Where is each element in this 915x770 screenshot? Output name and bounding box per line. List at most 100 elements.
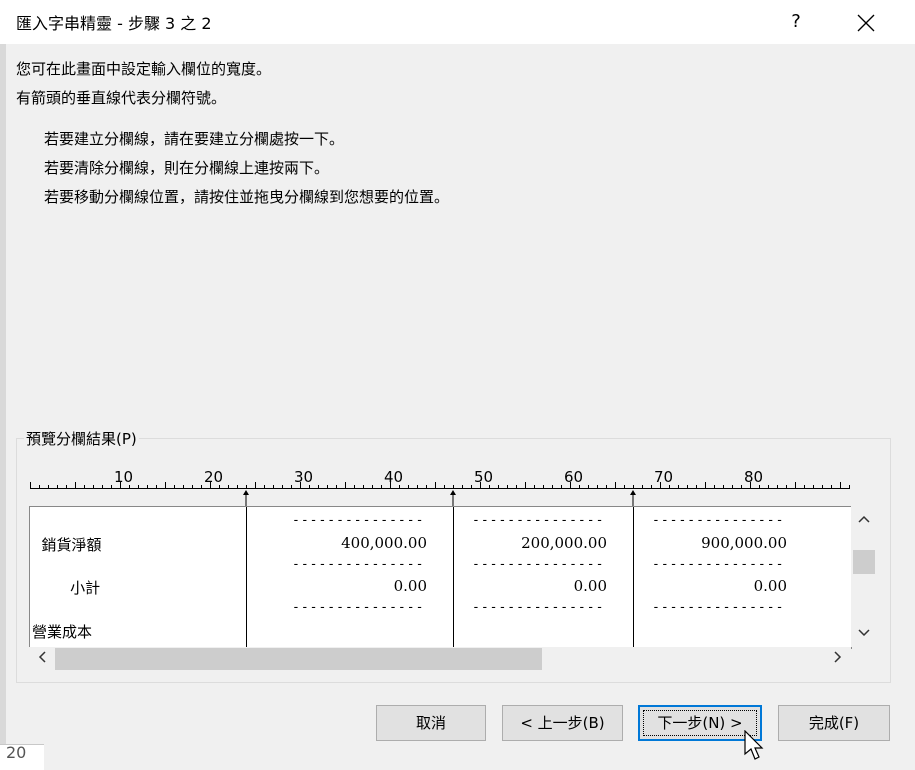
ruler-tick — [489, 485, 490, 489]
ruler-tick — [534, 485, 535, 489]
ruler-tick — [129, 485, 130, 489]
ruler-tick — [372, 485, 373, 489]
mouse-pointer-icon — [744, 730, 764, 760]
ruler-tick — [192, 485, 193, 489]
ruler-tick — [237, 485, 238, 489]
help-button[interactable]: ? — [776, 6, 816, 38]
cancel-button[interactable]: 取消 — [376, 705, 486, 741]
scroll-down-icon[interactable] — [851, 624, 877, 644]
ruler-tick — [543, 485, 544, 489]
preview-cell: 900,000.00 — [701, 534, 787, 552]
preview-cell: 小計 — [32, 579, 101, 597]
ruler-label: 60 — [564, 468, 584, 486]
column-break-line[interactable] — [633, 507, 634, 648]
ruler-tick — [444, 485, 445, 489]
ruler-tick — [525, 482, 526, 489]
ruler-tick — [552, 485, 553, 489]
instruction-clear-break: 若要清除分欄線，則在分欄線上連按兩下。 — [44, 159, 330, 177]
close-icon — [857, 14, 875, 31]
ruler-tick — [462, 485, 463, 489]
preview-cell: --------------- — [472, 600, 605, 615]
preview-cell: --------------- — [292, 600, 425, 615]
background-sheet-cell: 20 — [0, 743, 44, 770]
preview-vertical-scrollbar[interactable] — [851, 506, 877, 647]
ruler-tick — [633, 485, 634, 489]
ruler-tick — [156, 485, 157, 489]
ruler-tick — [201, 485, 202, 489]
vertical-scroll-thumb[interactable] — [853, 550, 875, 574]
ruler-tick — [75, 482, 76, 489]
ruler-tick — [471, 485, 472, 489]
ruler-tick — [705, 482, 706, 489]
ruler-tick — [795, 482, 796, 489]
preview-cell: 0.00 — [753, 577, 787, 595]
ruler-tick — [579, 485, 580, 489]
ruler-tick — [786, 485, 787, 489]
horizontal-scroll-thumb[interactable] — [55, 648, 542, 670]
ruler-label: 50 — [474, 468, 494, 486]
preview-cell: 營業成本 — [32, 623, 93, 641]
ruler-tick — [507, 485, 508, 489]
preview-cell: 0.00 — [393, 577, 427, 595]
ruler-tick — [165, 482, 166, 489]
scroll-up-icon[interactable] — [851, 510, 877, 530]
ruler-tick — [390, 482, 391, 489]
ruler-tick — [111, 485, 112, 489]
ruler-tick — [381, 485, 382, 489]
ruler-tick — [822, 485, 823, 489]
ruler-tick — [327, 485, 328, 489]
ruler-tick — [228, 485, 229, 489]
back-button[interactable]: < 上一步(B) — [502, 705, 623, 741]
ruler-tick — [606, 485, 607, 489]
ruler-tick — [660, 482, 661, 489]
scroll-left-icon[interactable] — [29, 647, 55, 673]
ruler-tick — [669, 485, 670, 489]
ruler-tick — [66, 485, 67, 489]
instruction-create-break: 若要建立分欄線，請在要建立分欄處按一下。 — [44, 130, 345, 148]
ruler-tick — [480, 482, 481, 489]
ruler-tick — [93, 485, 94, 489]
ruler-tick — [255, 482, 256, 489]
ruler-tick — [588, 485, 589, 489]
column-break-line[interactable] — [246, 507, 247, 648]
preview-cell: 400,000.00 — [341, 534, 427, 552]
intro-line-2: 有箭頭的垂直線代表分欄符號。 — [16, 89, 227, 107]
column-break-line[interactable] — [453, 507, 454, 648]
preview-label: 預覽分欄結果(P) — [24, 428, 139, 449]
ruler-tick — [345, 482, 346, 489]
window-title: 匯入字串精靈 - 步驟 3 之 2 — [16, 14, 212, 33]
title-bar: 匯入字串精靈 - 步驟 3 之 2 ? — [0, 0, 915, 44]
finish-button[interactable]: 完成(F) — [778, 705, 890, 741]
ruler-tick — [48, 485, 49, 489]
data-preview-pane[interactable]: --------------- --------------- --------… — [29, 506, 852, 649]
ruler-tick — [741, 485, 742, 489]
ruler-tick — [408, 485, 409, 489]
preview-horizontal-scrollbar[interactable] — [29, 647, 851, 673]
ruler-tick — [435, 482, 436, 489]
ruler-tick — [219, 485, 220, 489]
close-button[interactable] — [844, 6, 888, 38]
ruler-tick — [813, 485, 814, 489]
ruler-tick — [336, 485, 337, 489]
ruler-tick — [138, 485, 139, 489]
preview-cell: --------------- — [652, 557, 785, 572]
ruler-label: 70 — [654, 468, 674, 486]
ruler-tick — [651, 485, 652, 489]
ruler-tick — [291, 485, 292, 489]
preview-cell: --------------- — [472, 557, 605, 572]
ruler-tick — [624, 485, 625, 489]
ruler-tick — [561, 485, 562, 489]
ruler-tick — [30, 482, 31, 489]
column-ruler[interactable]: 10 20 30 40 50 60 70 80 — [30, 468, 850, 492]
text-import-wizard-dialog: 匯入字串精靈 - 步驟 3 之 2 ? 您可在此畫面中設定輸入欄位的寬度。 有箭… — [0, 0, 915, 770]
ruler-tick — [399, 485, 400, 489]
preview-cell: --------------- — [652, 600, 785, 615]
ruler-tick — [642, 485, 643, 489]
ruler-tick — [777, 485, 778, 489]
ruler-tick — [57, 485, 58, 489]
scroll-right-icon[interactable] — [825, 647, 851, 673]
preview-cell: --------------- — [292, 557, 425, 572]
ruler-tick — [615, 482, 616, 489]
ruler-tick — [84, 485, 85, 489]
ruler-tick — [732, 485, 733, 489]
